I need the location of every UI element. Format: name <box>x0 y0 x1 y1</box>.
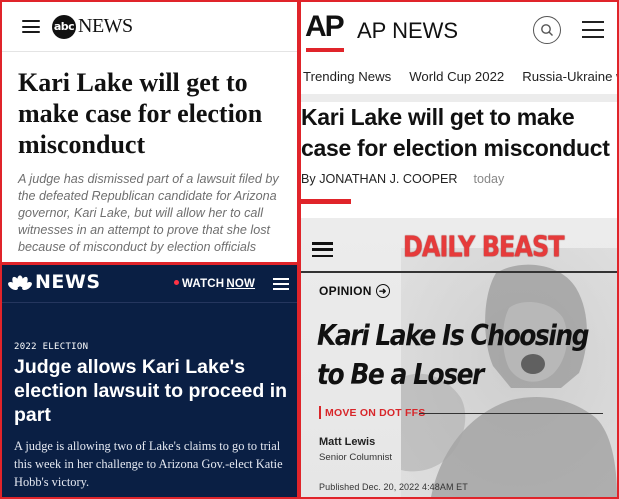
ap-author: By JONATHAN J. COOPER <box>301 172 458 186</box>
nav-item-russia-ukraine[interactable]: Russia-Ukraine war <box>522 69 617 93</box>
opinion-section-link[interactable]: OPINION ➜ <box>319 284 390 298</box>
ap-timestamp: today <box>473 172 505 186</box>
tag-text: MOVE ON DOT FFS <box>325 406 426 419</box>
panel-divider-horizontal <box>0 262 299 265</box>
hamburger-menu-icon[interactable] <box>273 278 289 290</box>
nbc-headline: Judge allows Kari Lake's election lawsui… <box>14 356 288 426</box>
ap-logo-underline <box>306 48 344 52</box>
nbc-logo[interactable]: NEWS <box>35 271 101 293</box>
ap-site-title[interactable]: AP NEWS <box>357 18 458 44</box>
nbc-peacock-icon[interactable] <box>7 275 33 291</box>
db-tagline: MOVE ON DOT FFS <box>319 406 425 419</box>
nbc-dek: A judge is allowing two of Lake's claims… <box>14 439 283 489</box>
ap-news-panel: AP AP NEWS Trending News World Cup 2022 … <box>301 2 617 218</box>
abc-news-logo[interactable]: abc NEWS <box>52 14 133 39</box>
abc-logo-word: NEWS <box>78 15 133 37</box>
ap-logo-text: AP <box>305 10 345 43</box>
db-headline: Kari Lake Is Choosing to Be a Loser <box>317 318 590 391</box>
panel-divider-vertical <box>297 0 301 499</box>
live-dot-icon <box>174 280 179 286</box>
abc-dek: A judge has dismissed part of a lawsuit … <box>18 172 279 254</box>
abc-header: abc NEWS <box>2 2 297 52</box>
abc-logo-circle: abc <box>52 14 76 39</box>
hamburger-menu-icon[interactable] <box>312 242 333 257</box>
ap-logo[interactable]: AP <box>305 8 345 52</box>
nav-item-trending-news[interactable]: Trending News <box>303 69 391 93</box>
db-author[interactable]: Matt Lewis <box>319 436 375 448</box>
tag-divider <box>419 413 603 414</box>
ap-nav-divider <box>301 94 617 102</box>
db-published-date: Published Dec. 20, 2022 4:48AM ET <box>319 482 468 492</box>
watch-label: WATCH <box>182 278 225 290</box>
nav-item-world-cup[interactable]: World Cup 2022 <box>409 69 504 93</box>
hamburger-menu-icon[interactable] <box>582 21 604 38</box>
abc-news-panel: abc NEWS Kari Lake will get to make case… <box>2 2 297 262</box>
ap-byline: By JONATHAN J. COOPER today <box>301 172 504 186</box>
watch-now-link[interactable]: WATCH NOW <box>174 278 255 290</box>
daily-beast-panel: DAILY BEAST OPINION ➜ Kari Lake Is Choos… <box>301 218 617 497</box>
search-icon[interactable] <box>533 16 561 44</box>
ap-red-accent-bar <box>301 199 351 204</box>
nbc-news-panel: NEWS WATCH NOW 2022 ELECTION Judge allows… <box>2 265 297 497</box>
hamburger-menu-icon[interactable] <box>22 20 40 33</box>
db-header: DAILY BEAST <box>301 218 617 273</box>
abc-headline: Kari Lake will get to make case for elec… <box>18 68 263 159</box>
opinion-label: OPINION <box>319 284 372 298</box>
nbc-header: NEWS WATCH NOW <box>2 265 297 303</box>
now-label: NOW <box>226 278 256 290</box>
arrow-circle-right-icon: ➜ <box>375 284 390 298</box>
db-author-role: Senior Columnist <box>319 452 393 463</box>
daily-beast-logo[interactable]: DAILY BEAST <box>403 230 565 264</box>
ap-headline: Kari Lake will get to make case for elec… <box>301 104 610 161</box>
ap-nav: Trending News World Cup 2022 Russia-Ukra… <box>301 69 617 93</box>
tag-bar <box>319 406 321 419</box>
ap-header: AP AP NEWS <box>301 2 617 58</box>
nbc-kicker[interactable]: 2022 ELECTION <box>14 342 88 352</box>
